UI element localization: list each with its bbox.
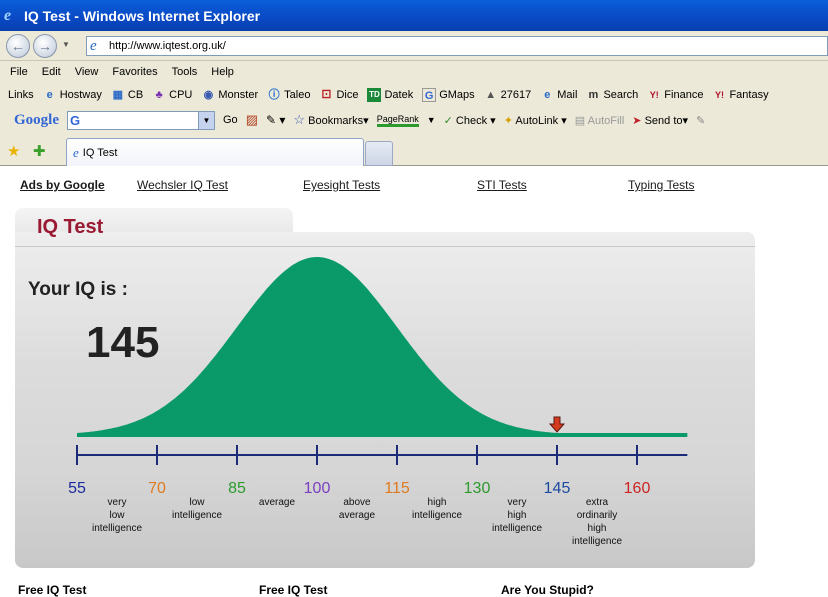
link-cpu[interactable]: ♣ CPU [152,88,193,102]
bookmarks-button[interactable]: ☆ Bookmarks▾ [293,112,368,128]
td-icon: TD [367,88,382,102]
favorites-star-icon[interactable]: ★ [7,142,20,160]
autofill-button[interactable]: ▤ AutoFill [575,114,625,127]
add-favorite-icon[interactable]: ✚ [33,142,46,160]
tick-label-160: 160 [624,480,651,497]
tick-label-145: 145 [544,480,571,497]
google-icon: G [422,88,437,102]
settings-icon[interactable]: ✎ [696,114,705,127]
tab-iq-test[interactable]: e IQ Test [66,138,364,166]
menu-file[interactable]: File [10,66,28,78]
wand-icon: ✦ [503,114,513,127]
page-icon: e [544,89,551,101]
menu-edit[interactable]: Edit [42,66,61,78]
category-label-2: average [259,497,296,508]
page-icon: e [46,89,53,101]
google-g-icon: G [70,112,81,128]
forward-button[interactable]: → [33,34,57,58]
page-content: Ads by Google Wechsler IQ Test Eyesight … [0,167,828,597]
go-button[interactable]: Go [223,114,238,126]
scale-category-labels: very low intelligence low intelligence averag… [92,497,622,547]
link-hostway[interactable]: e Hostway [43,88,102,102]
window-title: IQ Test - Windows Internet Explorer [24,7,261,24]
yahoo-icon: Y! [714,90,724,100]
info-icon: ⓘ [268,89,280,101]
menu-favorites[interactable]: Favorites [112,66,157,78]
history-dropdown-icon[interactable]: ▼ [62,40,70,49]
category-label-0: very low intelligence [92,497,142,534]
category-label-1: low intelligence [172,497,222,521]
ie-logo-icon: e [4,6,12,24]
sendto-icon: ➤ [632,114,642,127]
link-27617[interactable]: ▲ 27617 [484,88,531,102]
google-logo: Google [14,111,59,128]
menu-tools[interactable]: Tools [172,66,198,78]
toolbars: File Edit View Favorites Tools Help Link… [0,61,828,133]
menu-help[interactable]: Help [211,66,234,78]
category-label-6: extra ordinarily high intelligence [572,497,622,547]
address-url: http://www.iqtest.org.uk/ [109,40,226,52]
google-toolbar: Google G ▼ Go ▨ ✎ ▾ ☆ Bookmarks▾ PageRan… [0,107,828,133]
tab-title: IQ Test [82,146,118,159]
link-taleo[interactable]: ⓘ Taleo [267,88,311,102]
tick-label-130: 130 [464,480,491,497]
category-label-4: high intelligence [412,497,462,521]
menu-bar: File Edit View Favorites Tools Help [0,61,234,83]
links-label: Links [8,89,34,101]
tick-label-100: 100 [304,480,331,497]
page-icon: e [90,38,97,54]
link-finance[interactable]: Y! Finance [647,88,704,102]
news-icon[interactable]: ▨ [246,112,258,128]
address-bar[interactable]: e http://www.iqtest.org.uk/ [86,36,828,56]
monster-icon: ◉ [203,89,214,101]
page-icon: e [73,144,79,160]
form-icon: ▤ [574,114,586,127]
yahoo-icon: Y! [649,90,659,100]
link-fantasy[interactable]: Y! Fantasy [712,88,769,102]
category-label-5: very high intelligence [492,497,542,534]
link-cb[interactable]: ▦ CB [111,88,143,102]
link-search[interactable]: m Search [586,88,639,102]
sendto-button[interactable]: ➤ Send to▾ [632,114,688,127]
tick-label-55: 55 [68,480,86,497]
bell-curve-area [77,257,691,435]
cpu-icon: ♣ [155,89,163,101]
tick-label-115: 115 [384,480,410,497]
tick-label-70: 70 [148,480,166,497]
google-search-input[interactable]: G ▼ [67,110,215,130]
scale-tick-labels: 55 70 85 100 115 130 145 160 [68,480,650,497]
address-row: ← → ▼ e http://www.iqtest.org.uk/ [0,31,828,61]
iq-marker-arrow-icon [548,416,566,433]
tabs-row: ★ ✚ e IQ Test [0,133,828,166]
link-datek[interactable]: TD Datek [367,88,413,102]
pencil-icon[interactable]: ✎ ▾ [266,113,285,127]
curve-baseline [77,433,688,437]
car-icon: ▲ [485,89,497,101]
pagerank-indicator[interactable]: PageRank [376,114,419,127]
back-button[interactable]: ← [6,34,30,58]
link-gmaps[interactable]: G GMaps [422,88,475,102]
autolink-button[interactable]: ✦ AutoLink ▾ [504,114,567,127]
link-monster[interactable]: ◉ Monster [201,88,259,102]
m-icon: m [588,89,599,101]
links-bar: Links e Hostway ▦ CB ♣ CPU ◉ Monster ⓘ Taleo … [0,84,828,106]
chevron-down-icon[interactable]: ▼ [427,115,436,125]
iq-distribution-chart: 55 70 85 100 115 130 145 160 very low intelligenc… [68,257,691,547]
dice-icon: ⚀ [321,89,332,101]
link-dice[interactable]: ⚀ Dice [319,88,359,102]
menu-view[interactable]: View [75,66,99,78]
tick-label-85: 85 [228,480,246,497]
page-icon: ▦ [112,89,124,101]
new-tab-button[interactable] [365,141,393,166]
marker-arrow [548,416,566,433]
window-title-bar: e IQ Test - Windows Internet Explorer [0,0,828,31]
category-label-3: above average [339,497,376,521]
star-outline-icon: ☆ [293,112,306,127]
spellcheck-button[interactable]: ✓ Check ▾ [444,114,496,127]
spellcheck-icon: ✓ [443,114,453,127]
chevron-down-icon[interactable]: ▼ [198,111,214,129]
link-mail[interactable]: e Mail [540,88,577,102]
